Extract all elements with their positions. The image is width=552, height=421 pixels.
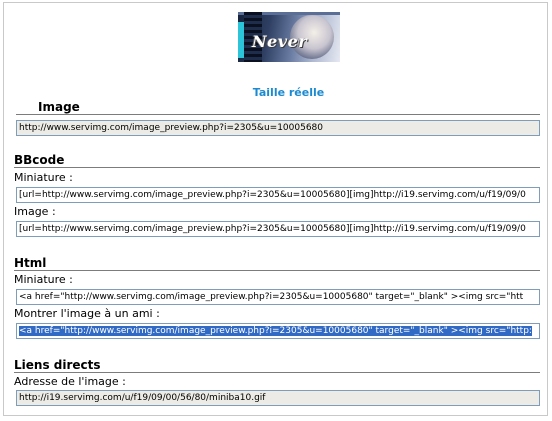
bbcode-section-divider [14, 167, 540, 168]
real-size-link[interactable]: Taille réelle [0, 86, 552, 99]
bbcode-miniature-label: Miniature : [14, 171, 73, 184]
html-section-divider [14, 270, 540, 271]
thumbnail-accent-strip [238, 22, 244, 58]
image-links-panel [3, 2, 548, 416]
thumbnail-title: Never [252, 32, 308, 51]
html-friend-selected-text: <a href="http://www.servimg.com/image_pr… [19, 326, 532, 336]
html-miniature-field[interactable]: <a href="http://www.servimg.com/image_pr… [16, 289, 540, 305]
bbcode-image-field[interactable]: [url=http://www.servimg.com/image_previe… [16, 221, 540, 237]
image-url-field[interactable]: http://www.servimg.com/image_preview.php… [16, 120, 540, 136]
html-friend-field[interactable]: <a href="http://www.servimg.com/image_pr… [16, 323, 540, 339]
image-address-field[interactable]: http://i19.servimg.com/u/f19/09/00/56/80… [16, 390, 540, 406]
html-section-heading: Html [14, 256, 47, 270]
bbcode-image-label: Image : [14, 205, 56, 218]
direct-links-section-divider [14, 372, 540, 373]
image-section-heading: Image [38, 100, 80, 114]
image-section-divider [16, 114, 540, 115]
bbcode-miniature-field[interactable]: [url=http://www.servimg.com/image_previe… [16, 187, 540, 203]
image-thumbnail[interactable]: Never [238, 12, 340, 62]
bbcode-section-heading: BBcode [14, 153, 65, 167]
html-miniature-label: Miniature : [14, 273, 73, 286]
image-address-label: Adresse de l'image : [14, 375, 126, 388]
html-friend-label: Montrer l'image à un ami : [14, 307, 160, 320]
direct-links-section-heading: Liens directs [14, 358, 101, 372]
